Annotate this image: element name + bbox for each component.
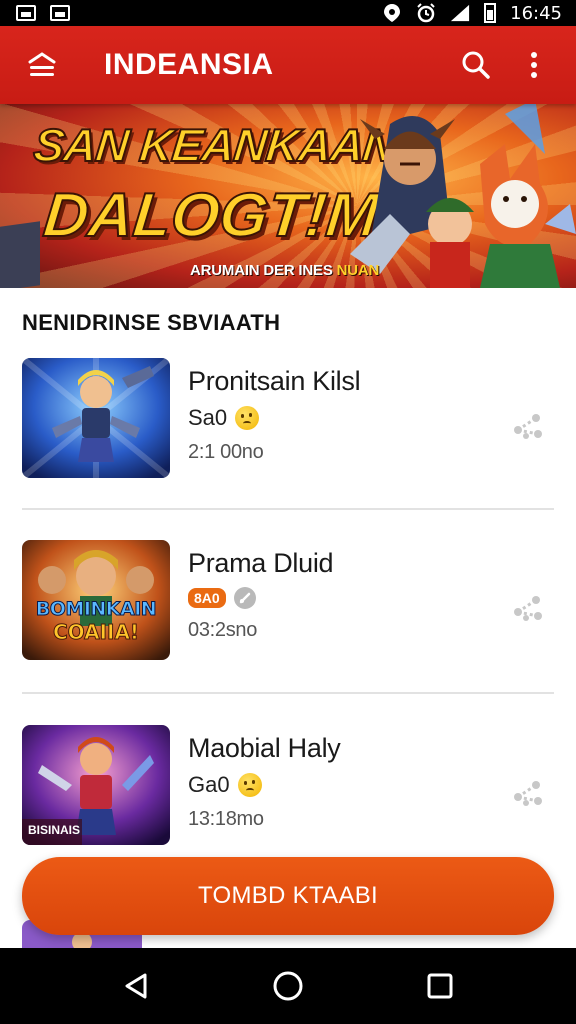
game-meta: 03:2sno	[188, 619, 258, 641]
item-info: Maobial Haly Ga0 13:18mo	[188, 733, 341, 831]
search-icon[interactable]	[454, 43, 498, 87]
game-subtitle: Ga0	[188, 772, 340, 798]
emoji-icon	[235, 406, 260, 430]
list-item[interactable]: Pronitsain Kilsl Sa0 2:1 00no	[22, 358, 554, 478]
menu-icon[interactable]	[20, 43, 64, 87]
game-meta: 2:1 00no	[188, 441, 264, 463]
photo-notification-icon	[16, 5, 36, 21]
recents-icon[interactable]	[410, 956, 470, 1016]
divider	[22, 508, 554, 510]
status-time: 16:45	[510, 2, 562, 24]
game-title: Maobial Haly	[188, 733, 341, 763]
battery-icon	[484, 3, 497, 23]
game-title: Prama Dluid	[188, 548, 334, 578]
game-badge: 8A0	[188, 588, 226, 608]
share-icon[interactable]	[510, 590, 546, 626]
gallery-notification-icon	[50, 5, 70, 21]
app-bar: INDEANSIA	[0, 26, 576, 104]
game-subtitle: Sa0	[188, 405, 360, 431]
download-icon	[233, 587, 256, 609]
item-info: Prama Dluid 8A0 03:2sno	[188, 548, 334, 642]
game-meta: 13:18mo	[188, 808, 264, 830]
divider	[22, 692, 554, 694]
alarm-icon	[416, 3, 436, 23]
item-info: Pronitsain Kilsl Sa0 2:1 00no	[188, 366, 361, 464]
game-title: Pronitsain Kilsl	[188, 366, 361, 396]
game-thumbnail: BOMINKAIN COAIIA!	[22, 540, 170, 660]
back-icon[interactable]	[106, 956, 166, 1016]
banner-tagline: ARUMAIN DER INES NUAN	[190, 262, 379, 279]
share-icon[interactable]	[510, 408, 546, 444]
home-icon[interactable]	[258, 956, 318, 1016]
location-icon	[382, 3, 402, 23]
status-bar: 16:45	[0, 0, 576, 26]
promo-banner[interactable]: SAN KEANKAAN DALOGT!M ARUMAIN DER INES N…	[0, 104, 576, 288]
banner-characters-illustration	[350, 104, 576, 288]
app-title: INDEANSIA	[104, 48, 274, 81]
more-options-icon[interactable]	[512, 43, 556, 87]
thumb-title-line2: COAIIA!	[52, 620, 140, 645]
share-icon[interactable]	[510, 775, 546, 811]
game-thumbnail	[22, 358, 170, 478]
primary-cta-button[interactable]: TOMBD KTAABI	[22, 857, 554, 935]
game-thumbnail: BISINAIS	[22, 725, 170, 845]
list-item[interactable]: BISINAIS Maobial Haly Ga0 13:18mo	[22, 725, 554, 845]
banner-tagline-highlight: NUAN	[336, 262, 380, 279]
system-nav-bar	[0, 948, 576, 1024]
signal-icon	[450, 3, 470, 23]
banner-tagline-text: ARUMAIN DER INES	[190, 262, 337, 279]
game-subtitle: 8A0	[188, 587, 333, 609]
section-title: NENIDRINSE SBVIAATH	[22, 310, 281, 335]
game-category: Ga0	[188, 772, 230, 797]
banner-block-decoration	[0, 221, 40, 288]
emoji-icon	[237, 773, 262, 797]
list-item[interactable]: BOMINKAIN COAIIA! Prama Dluid 8A0 03:2sn…	[22, 540, 554, 660]
game-category: Sa0	[188, 405, 228, 430]
thumb-caption: BISINAIS	[28, 823, 81, 837]
thumb-title-line1: BOMINKAIN	[35, 598, 157, 621]
